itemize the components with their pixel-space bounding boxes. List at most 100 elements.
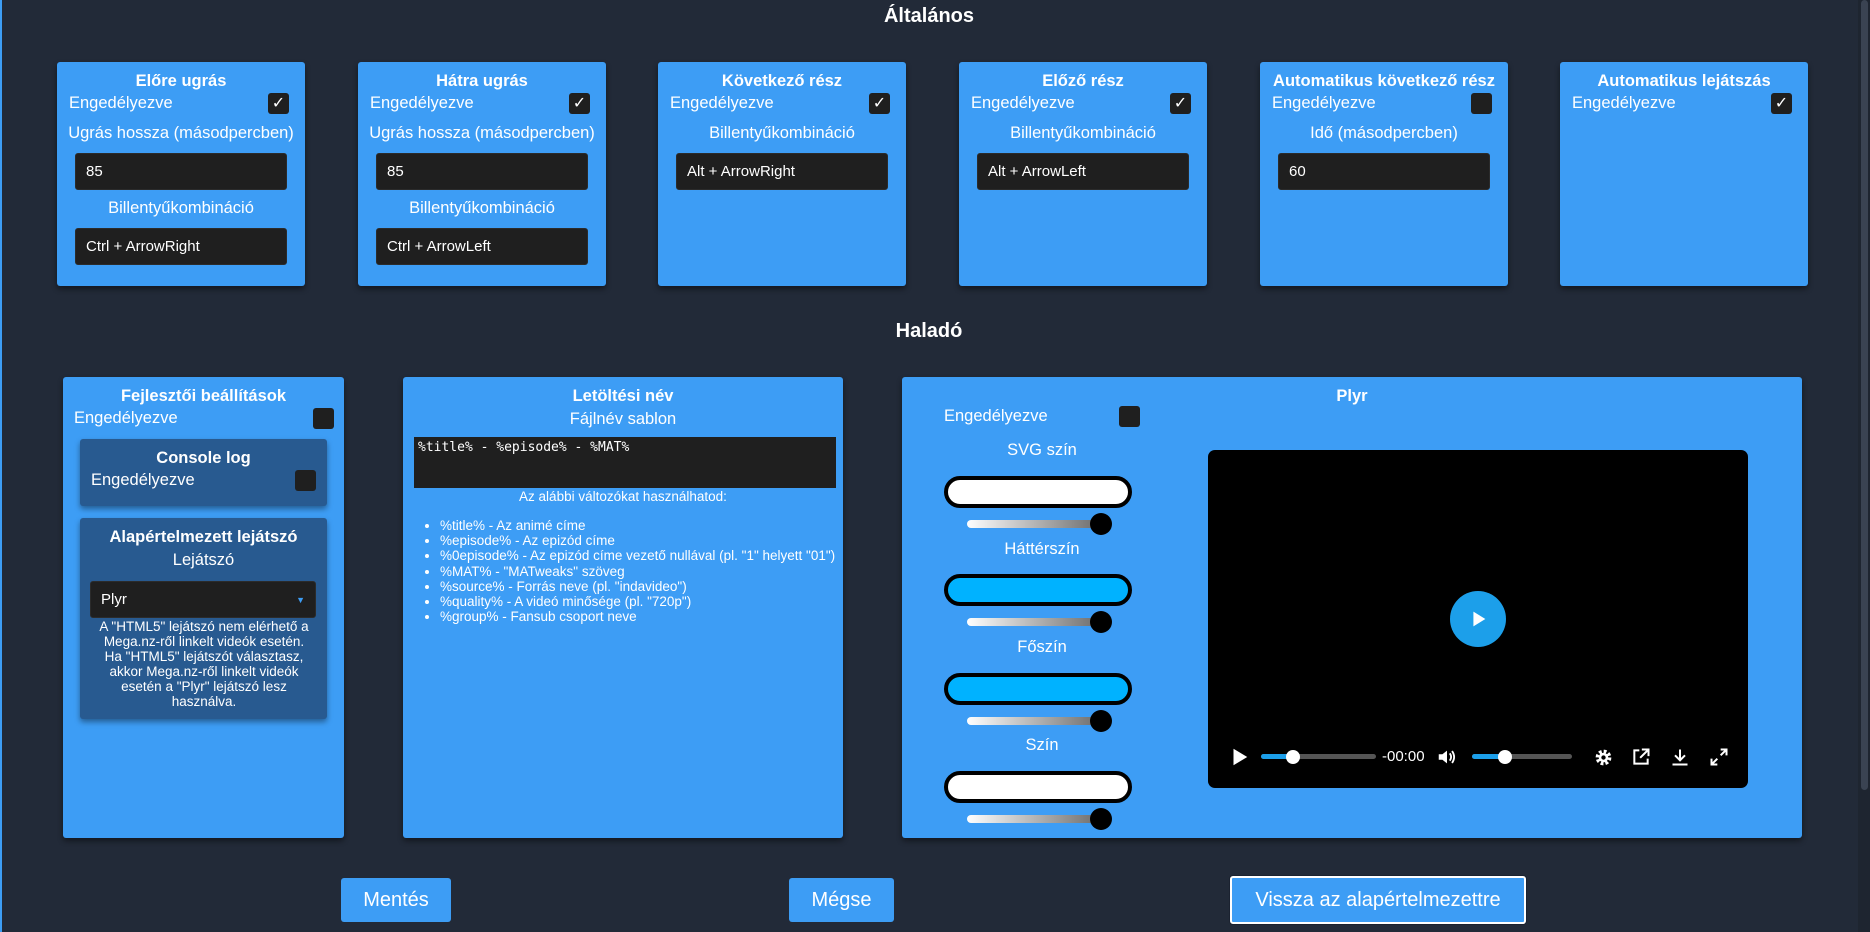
enabled-label: Engedélyezve: [971, 93, 1075, 112]
color-swatch[interactable]: [944, 771, 1132, 803]
card-forward-skip: Előre ugrás Engedélyezve ✓ Ugrás hossza …: [57, 62, 305, 286]
enabled-label: Engedélyezve: [74, 408, 178, 427]
backward-skip-shortcut-input[interactable]: Ctrl + ArrowLeft: [376, 228, 588, 265]
svg-color-swatch[interactable]: [944, 476, 1132, 508]
skip-length-label: Ugrás hossza (másodpercben): [369, 124, 595, 142]
enabled-label: Engedélyezve: [370, 93, 474, 112]
list-item: %MAT% - "MATweaks" szöveg: [440, 564, 842, 579]
volume-icon: [1438, 750, 1456, 764]
next-episode-enabled-checkbox[interactable]: ✓: [869, 92, 890, 114]
chevron-down-icon: ▼: [296, 594, 305, 605]
template-label: Fájlnév sablon: [569, 410, 677, 428]
shortcut-label: Billentyűkombináció: [108, 199, 254, 217]
save-button[interactable]: Mentés: [341, 878, 451, 922]
play-icon: [1473, 611, 1486, 627]
play-icon: [1233, 748, 1248, 766]
card-title: Letöltési név: [572, 387, 674, 405]
enabled-label: Engedélyezve: [1272, 93, 1376, 112]
shortcut-label: Billentyűkombináció: [1010, 124, 1156, 142]
card-plyr: Plyr Engedélyezve SVG szín Háttérszín Fő…: [902, 377, 1802, 838]
slider-knob[interactable]: [1090, 513, 1112, 535]
subcard-console-log: Console log Engedélyezve: [80, 439, 327, 506]
enabled-label: Engedélyezve: [91, 470, 195, 489]
backward-skip-length-input[interactable]: 85: [376, 153, 588, 190]
seek-knob[interactable]: [1286, 750, 1301, 764]
enabled-row: Engedélyezve: [1260, 91, 1508, 115]
enabled-row: Engedélyezve ✓: [658, 91, 906, 115]
forward-skip-enabled-checkbox[interactable]: ✓: [268, 92, 289, 114]
main-color-opacity-slider[interactable]: [967, 717, 1102, 725]
main-color-swatch[interactable]: [944, 673, 1132, 705]
player-note: A "HTML5" lejátszó nem elérhető a Mega.n…: [99, 619, 309, 709]
card-prev-episode: Előző rész Engedélyezve ✓ Billentyűkombi…: [959, 62, 1207, 286]
card-next-episode: Következő rész Engedélyezve ✓ Billentyűk…: [658, 62, 906, 286]
backward-skip-enabled-checkbox[interactable]: ✓: [569, 92, 590, 114]
color-label: Szín: [1025, 736, 1059, 754]
time-label: Idő (másodpercben): [1310, 124, 1458, 142]
auto-next-enabled-checkbox[interactable]: [1471, 92, 1492, 114]
filename-template-input[interactable]: %title% - %episode% - %MAT%: [414, 437, 836, 488]
card-title: Fejlesztői beállítások: [120, 387, 287, 405]
time-display: -00:00: [1382, 748, 1425, 765]
popout-button[interactable]: [1629, 745, 1653, 769]
card-title: Automatikus következő rész: [1273, 72, 1495, 90]
card-title: Előre ugrás: [135, 72, 227, 90]
enabled-row: Engedélyezve ✓: [1560, 91, 1808, 115]
enabled-label: Engedélyezve: [1572, 93, 1676, 112]
next-episode-shortcut-input[interactable]: Alt + ArrowRight: [676, 153, 888, 190]
card-dev-settings: Fejlesztői beállítások Engedélyezve Cons…: [63, 377, 344, 838]
background-color-label: Háttérszín: [1004, 540, 1080, 558]
fullscreen-button[interactable]: [1707, 745, 1731, 769]
play-large-button[interactable]: [1450, 591, 1506, 647]
card-title: Automatikus lejátszás: [1597, 72, 1771, 90]
list-item: %quality% - A videó minősége (pl. "720p"…: [440, 594, 842, 609]
console-log-enabled-checkbox[interactable]: [295, 469, 316, 491]
main-color-label: Főszín: [1017, 638, 1067, 656]
subcard-default-player: Alapértelmezett lejátszó Lejátszó Plyr ▼…: [80, 518, 327, 719]
auto-next-time-input[interactable]: 60: [1278, 153, 1490, 190]
forward-skip-shortcut-input[interactable]: Ctrl + ArrowRight: [75, 228, 287, 265]
play-button[interactable]: [1226, 744, 1252, 770]
subcard-title: Alapértelmezett lejátszó: [109, 528, 298, 546]
variables-list: %title% - Az animé címe %episode% - Az e…: [422, 518, 842, 624]
section-title-general: Általános: [883, 5, 975, 27]
default-player-select[interactable]: Plyr ▼: [90, 581, 316, 618]
slider-knob[interactable]: [1090, 710, 1112, 732]
enabled-label: Engedélyezve: [670, 93, 774, 112]
fullscreen-icon: [1710, 748, 1728, 766]
player-label: Lejátszó: [172, 551, 235, 569]
variables-intro: Az alábbi változókat használhatod:: [519, 489, 727, 504]
background-color-opacity-slider[interactable]: [967, 618, 1102, 626]
dev-enabled-checkbox[interactable]: [313, 407, 334, 429]
background-color-swatch[interactable]: [944, 574, 1132, 606]
volume-button[interactable]: [1435, 745, 1459, 769]
skip-length-label: Ugrás hossza (másodpercben): [68, 124, 294, 142]
scrollbar-thumb[interactable]: [1861, 0, 1868, 790]
color-opacity-slider[interactable]: [967, 815, 1102, 823]
card-title: Következő rész: [721, 72, 843, 90]
card-title: Előző rész: [1042, 72, 1124, 90]
prev-episode-enabled-checkbox[interactable]: ✓: [1170, 92, 1191, 114]
cancel-button[interactable]: Mégse: [789, 878, 894, 922]
reset-defaults-button[interactable]: Vissza az alapértelmezettre: [1230, 876, 1526, 924]
svg-color-opacity-slider[interactable]: [967, 520, 1102, 528]
shortcut-label: Billentyűkombináció: [709, 124, 855, 142]
autoplay-enabled-checkbox[interactable]: ✓: [1771, 92, 1792, 114]
prev-episode-shortcut-input[interactable]: Alt + ArrowLeft: [977, 153, 1189, 190]
shortcut-label: Billentyűkombináció: [409, 199, 555, 217]
enabled-row: Engedélyezve: [80, 468, 327, 492]
volume-knob[interactable]: [1498, 750, 1512, 764]
forward-skip-length-input[interactable]: 85: [75, 153, 287, 190]
slider-knob[interactable]: [1090, 611, 1112, 633]
enabled-label: Engedélyezve: [69, 93, 173, 112]
enabled-row: Engedélyezve ✓: [358, 91, 606, 115]
card-backward-skip: Hátra ugrás Engedélyezve ✓ Ugrás hossza …: [358, 62, 606, 286]
list-item: %title% - Az animé címe: [440, 518, 842, 533]
card-autoplay: Automatikus lejátszás Engedélyezve ✓: [1560, 62, 1808, 286]
plyr-enabled-checkbox[interactable]: [1119, 405, 1140, 427]
slider-knob[interactable]: [1090, 808, 1112, 830]
settings-button[interactable]: [1591, 745, 1615, 769]
enabled-label: Engedélyezve: [944, 406, 1048, 425]
download-button[interactable]: [1668, 745, 1692, 769]
scrollbar[interactable]: [1858, 0, 1870, 932]
